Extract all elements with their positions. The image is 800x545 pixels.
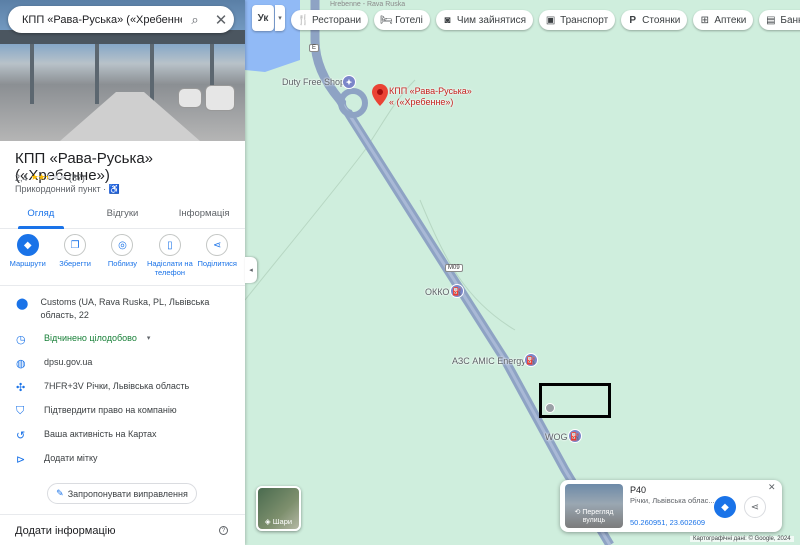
hotel-icon: 🛏 xyxy=(380,14,393,26)
send-to-phone-button[interactable]: ▯ Надіслати на телефон xyxy=(147,234,193,285)
save-button[interactable]: ❐ Зберегти xyxy=(52,234,98,285)
location-icon: ⬤ xyxy=(16,298,29,310)
chip-pharmacies[interactable]: ⊞ Аптеки xyxy=(693,10,754,30)
nearby-button[interactable]: ◎ Поблизу xyxy=(99,234,145,285)
search-box[interactable]: КПП «Рава-Руська» («Хребенне») ⌕ ✕ xyxy=(8,6,234,33)
chip-hotels[interactable]: 🛏 Готелі xyxy=(374,10,430,30)
restaurant-icon: 🍴 xyxy=(297,14,310,26)
map-attribution: Картографічні дані: © Google, 2024 xyxy=(690,536,794,542)
globe-icon: ◍ xyxy=(16,358,26,370)
directions-icon[interactable]: ◆ xyxy=(714,496,736,518)
location-pin-icon[interactable] xyxy=(372,84,388,106)
rating-row[interactable]: 2,4 ★★★★★ (87) xyxy=(15,172,85,183)
clock-icon: ◷ xyxy=(16,334,26,346)
tab-overview[interactable]: Огляд xyxy=(0,201,82,229)
card-title: Р40 xyxy=(630,485,647,495)
chip-atms[interactable]: ▤Банкомати xyxy=(759,10,800,30)
nearby-icon: ◎ xyxy=(111,234,134,256)
marker-icon[interactable] xyxy=(545,403,555,413)
place-panel: КПП «Рава-Руська» («Хребенне») ⌕ ✕ КПП «… xyxy=(0,0,245,545)
website-row[interactable]: ◍ dpsu.gov.ua xyxy=(0,356,245,380)
plus-code-icon: ✣ xyxy=(16,382,26,394)
share-icon: ⋖ xyxy=(206,234,229,256)
place-category: Прикордонний пункт · ♿ xyxy=(15,184,120,194)
close-icon[interactable]: ✕ xyxy=(768,482,776,493)
poi-duty-free-label[interactable]: Duty Free Shop xyxy=(282,77,345,87)
info-list: ⬤ Customs (UA, Rava Ruska, PL, Львівська… xyxy=(0,296,245,476)
wheelchair-icon: ♿ xyxy=(108,184,120,194)
poi-okko-label[interactable]: ОККО xyxy=(425,287,449,297)
search-icon[interactable]: ⌕ xyxy=(182,12,208,28)
tab-about[interactable]: Інформація xyxy=(163,201,245,228)
search-input[interactable]: КПП «Рава-Руська» («Хребенне») xyxy=(22,14,182,26)
share-button[interactable]: ⋖ Поділитися xyxy=(194,234,240,285)
directions-icon: ◆ xyxy=(16,234,39,256)
history-icon: ↺ xyxy=(16,430,26,442)
divider xyxy=(0,514,245,515)
claim-business-row[interactable]: ⛉ Підтвердити право на компанію xyxy=(0,404,245,428)
close-icon[interactable]: ✕ xyxy=(208,11,234,29)
map-label-faded: Hrebenne - Rava Ruska xyxy=(330,1,406,8)
street-view-icon: ⟲ xyxy=(574,509,581,516)
collapse-panel-button[interactable]: ◂ xyxy=(245,257,257,283)
star-rating-icon: ★★★★★ xyxy=(30,172,67,182)
rating-value: 2,4 xyxy=(15,172,28,183)
action-buttons: ◆ Маршрути ❐ Зберегти ◎ Поблизу ▯ Надісл… xyxy=(0,234,245,286)
transit-icon: ▣ xyxy=(545,14,556,26)
suggest-edit-button[interactable]: ✎ Запропонувати виправлення xyxy=(47,483,197,504)
activity-row[interactable]: ↺ Ваша активність на Картах xyxy=(0,428,245,452)
camera-icon: ◙ xyxy=(444,14,451,26)
review-count[interactable]: (87) xyxy=(69,173,85,183)
chip-transit[interactable]: ▣ Транспорт xyxy=(539,10,616,30)
street-view-thumbnail[interactable]: ⟲ Перегляд вулиць xyxy=(565,484,623,528)
atm-icon: ▤ xyxy=(766,14,776,26)
plus-code-row[interactable]: ✣ 7HFR+3V Річки, Львівська область xyxy=(0,380,245,404)
chip-things-to-do[interactable]: ◙ Чим зайнятися xyxy=(435,10,534,30)
gas-station-icon[interactable]: ⛽ xyxy=(524,353,538,367)
map-canvas[interactable]: Hrebenne - Rava Ruska E М09 Duty Free Sh… xyxy=(245,0,800,545)
add-label-row[interactable]: ⊳ Додати мітку xyxy=(0,452,245,476)
category-chips: 🍴 Ресторани 🛏 Готелі ◙ Чим зайнятися ▣ Транс… xyxy=(291,10,800,30)
hours-row[interactable]: ◷ Відчинено цілодобово ▾ xyxy=(0,332,245,356)
chevron-left-icon: ◂ xyxy=(249,267,253,274)
tab-reviews[interactable]: Відгуки xyxy=(82,201,164,228)
language-button[interactable]: Ук xyxy=(252,5,274,31)
poi-amic-label[interactable]: АЗС AMIC Energy xyxy=(452,356,526,366)
road-shield: E xyxy=(309,44,320,52)
pin-label[interactable]: КПП «Рава-Руська» « («Хребенне») xyxy=(389,86,472,108)
chevron-down-icon[interactable]: ▾ xyxy=(275,5,285,31)
place-tabs: Огляд Відгуки Інформація xyxy=(0,201,245,229)
share-icon[interactable]: ⋖ xyxy=(744,496,766,518)
label-icon: ⊳ xyxy=(16,454,26,466)
bookmark-icon: ❐ xyxy=(64,234,87,256)
help-icon[interactable]: ? xyxy=(219,526,228,535)
address-row[interactable]: ⬤ Customs (UA, Rava Ruska, PL, Львівська… xyxy=(0,296,245,332)
parking-icon: P xyxy=(629,14,636,26)
street-view-card[interactable]: ⟲ Перегляд вулиць Р40 Річки, Львівська о… xyxy=(560,480,782,532)
road-shield-m09: М09 xyxy=(445,264,463,272)
chip-parking[interactable]: P Стоянки xyxy=(621,10,688,30)
phone-icon: ▯ xyxy=(158,234,181,256)
directions-button[interactable]: ◆ Маршрути xyxy=(5,234,51,285)
add-info-heading: Додати інформацію xyxy=(15,525,116,537)
gas-station-icon[interactable]: ⛽ xyxy=(568,429,582,443)
card-coordinates[interactable]: 50.260951, 23.602609 xyxy=(630,518,705,527)
card-address: Річки, Львівська облас... xyxy=(630,496,715,505)
shop-icon[interactable]: ✦ xyxy=(342,75,356,89)
pencil-icon: ✎ xyxy=(56,488,64,498)
layers-button[interactable]: ◈ Шари xyxy=(256,486,301,531)
pharmacy-icon: ⊞ xyxy=(700,14,709,26)
chip-restaurants[interactable]: 🍴 Ресторани xyxy=(291,10,369,30)
shield-icon: ⛉ xyxy=(16,405,25,417)
layers-icon: ◈ xyxy=(264,517,271,526)
chevron-down-icon[interactable]: ▾ xyxy=(147,332,151,342)
gas-station-icon[interactable]: ⛽ xyxy=(450,284,464,298)
poi-wog-label[interactable]: WOG xyxy=(545,432,568,442)
